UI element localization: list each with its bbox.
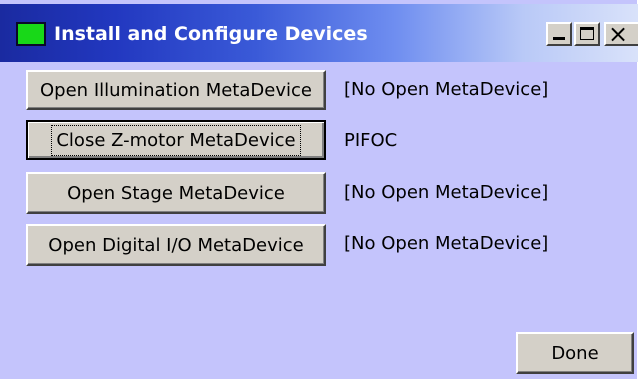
minimize-icon	[553, 37, 565, 40]
button-label: Close Z-motor MetaDevice	[51, 124, 301, 156]
maximize-icon	[580, 27, 594, 40]
open-stage-metadevice-button[interactable]: Open Stage MetaDevice	[26, 172, 326, 214]
z-motor-status: PIFOC	[344, 130, 398, 151]
stage-status: [No Open MetaDevice]	[344, 182, 549, 203]
button-label: Open Illumination MetaDevice	[40, 79, 312, 101]
illumination-status: [No Open MetaDevice]	[344, 79, 549, 100]
close-icon: ×	[608, 20, 629, 48]
install-configure-devices-window: Install and Configure Devices × Open Ill…	[0, 0, 638, 379]
close-button[interactable]: ×	[604, 22, 638, 46]
close-z-motor-metadevice-button[interactable]: Close Z-motor MetaDevice	[26, 120, 326, 160]
open-illumination-metadevice-button[interactable]: Open Illumination MetaDevice	[26, 70, 326, 110]
done-button[interactable]: Done	[516, 332, 634, 374]
minimize-button[interactable]	[546, 22, 572, 46]
app-icon[interactable]	[16, 22, 46, 46]
button-label: Done	[551, 342, 599, 364]
button-label: Open Stage MetaDevice	[67, 182, 285, 204]
title-bar[interactable]: Install and Configure Devices ×	[0, 4, 638, 62]
window-title: Install and Configure Devices	[54, 23, 368, 45]
open-digital-io-metadevice-button[interactable]: Open Digital I/O MetaDevice	[26, 224, 326, 266]
maximize-button[interactable]	[574, 22, 600, 46]
digital-io-status: [No Open MetaDevice]	[344, 233, 549, 254]
button-label: Open Digital I/O MetaDevice	[48, 234, 304, 256]
